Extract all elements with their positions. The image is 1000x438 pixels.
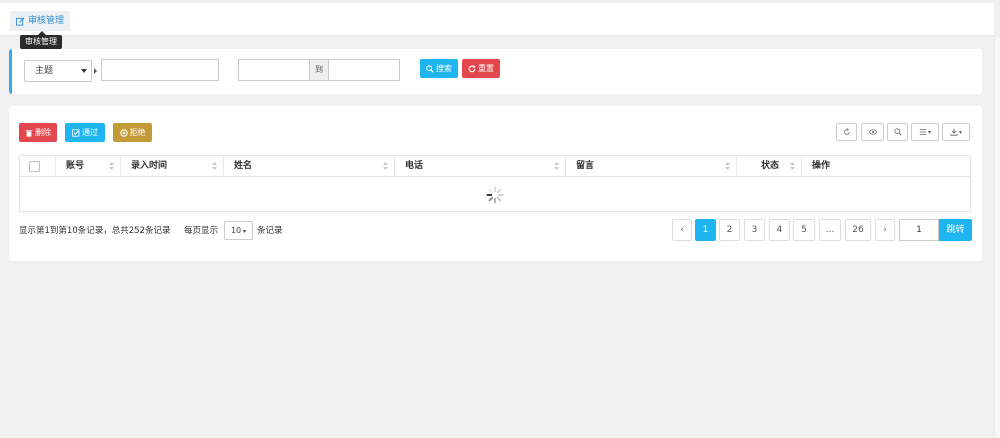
page-size-select[interactable]: 10 ▾ [224,221,253,240]
page-ellipsis: ... [819,219,841,241]
sort-icon [383,162,388,170]
chevron-down-icon: ▾ [958,128,962,136]
date-start-input[interactable] [238,59,310,81]
page-button-2[interactable]: 2 [719,219,740,241]
edit-icon [16,17,25,26]
chevron-down-icon: ▾ [241,228,247,235]
sort-icon [790,162,795,170]
approve-button[interactable]: 通过 [65,123,105,142]
chevron-down-icon: ▾ [927,128,931,136]
sort-icon [554,162,559,170]
column-status[interactable]: 状态 [737,156,802,177]
ban-icon [119,128,128,137]
column-name[interactable]: 姓名 [224,156,395,177]
sort-icon [212,162,217,170]
tab-tooltip: 审核管理 [20,31,62,49]
export-button[interactable]: ▾ [942,123,970,141]
column-label: 电话 [405,161,424,171]
per-page-suffix: 条记录 [257,226,283,236]
refresh-icon [843,128,850,135]
tab-audit-management[interactable]: 审核管理 [10,11,71,31]
table-panel: 删除 通过 拒绝 ▾ ▾ 账号 录入时间 姓名 电话 留言 状态 操作 显示第1… [9,106,982,261]
select-all-column [20,156,56,177]
date-separator: 到 [310,59,328,81]
column-account[interactable]: 账号 [56,156,121,177]
column-label: 录入时间 [131,161,168,171]
column-entry-time[interactable]: 录入时间 [121,156,224,177]
page-button-4[interactable]: 4 [769,219,790,241]
jump-button[interactable]: 跳转 [939,219,972,241]
trash-icon [25,129,33,137]
reject-button[interactable]: 拒绝 [113,123,152,142]
search-panel: 主题 到 搜索 重置 [9,49,982,94]
toggle-search-button[interactable] [887,123,908,141]
field-select-value: 主题 [35,66,54,76]
reset-button-label: 重置 [478,64,494,73]
search-button[interactable]: 搜索 [420,59,458,78]
field-select[interactable]: 主题 [24,60,92,82]
page-button-1[interactable]: 1 [695,219,716,241]
column-message[interactable]: 留言 [566,156,737,177]
search-button-label: 搜索 [436,64,452,73]
page-button-5[interactable]: 5 [793,219,815,241]
top-tab-bar: 审核管理 [0,3,994,36]
page-button-3[interactable]: 3 [744,219,765,241]
page-button-26[interactable]: 26 [845,219,871,241]
column-label: 操作 [812,161,831,171]
column-label: 状态 [761,161,780,171]
jump-page-input[interactable]: 1 [899,219,939,241]
data-table: 账号 录入时间 姓名 电话 留言 状态 操作 [19,155,971,212]
tab-label: 审核管理 [28,16,65,26]
column-phone[interactable]: 电话 [395,156,566,177]
refresh-table-button[interactable] [836,123,857,141]
sort-icon [725,162,730,170]
column-label: 姓名 [234,161,253,171]
approve-button-label: 通过 [82,128,98,137]
column-actions: 操作 [802,156,972,177]
chevron-down-icon [81,69,87,73]
column-label: 账号 [66,161,85,171]
table-header: 账号 录入时间 姓名 电话 留言 状态 操作 [20,156,970,177]
right-scroll-strip[interactable] [994,38,1000,438]
delete-button-label: 删除 [35,128,51,137]
refresh-icon [468,64,476,72]
reject-button-label: 拒绝 [129,128,146,137]
delete-button[interactable]: 删除 [19,123,57,142]
record-summary: 显示第1到第10条记录，总共252条记录 [19,226,171,236]
sort-icon [109,162,114,170]
search-icon [893,128,902,136]
caret-right-icon [94,68,97,74]
select-all-checkbox[interactable] [29,161,40,172]
check-square-icon [72,128,80,137]
loading-spinner-icon [486,186,504,204]
search-icon [426,64,434,73]
reset-button[interactable]: 重置 [462,59,500,78]
date-end-input[interactable] [328,59,400,81]
next-page-button[interactable]: › [875,219,895,241]
toggle-view-button[interactable] [861,123,884,141]
column-label: 留言 [576,161,595,171]
eye-icon [868,129,877,135]
columns-button[interactable]: ▾ [911,123,939,141]
download-icon [950,128,958,136]
per-page-prefix: 每页显示 [184,226,219,236]
list-icon [919,129,927,135]
page-size-value: 10 [230,226,242,235]
keyword-input[interactable] [101,59,219,81]
prev-page-button[interactable]: ‹ [672,219,692,241]
